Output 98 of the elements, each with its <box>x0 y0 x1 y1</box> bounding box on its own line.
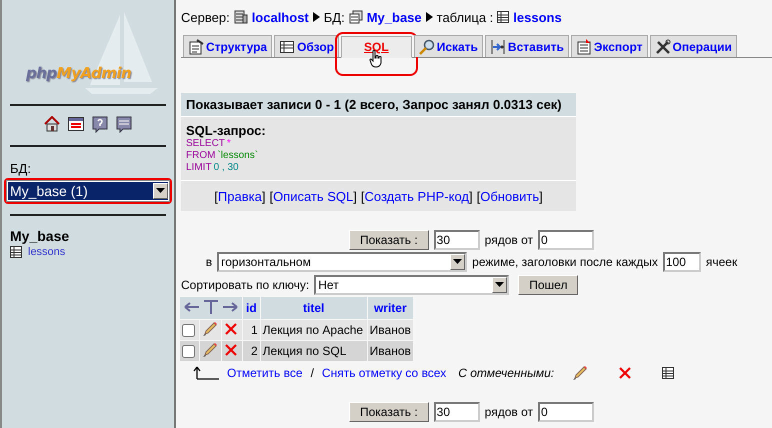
sort-label: Сортировать по ключу: <box>181 278 310 292</box>
bracket: ] <box>468 189 473 204</box>
database-label: БД: <box>10 161 32 176</box>
bracket: ] <box>539 189 543 204</box>
table-cell: Иванов <box>368 341 413 361</box>
bracket: ] <box>262 189 266 204</box>
help-icon[interactable] <box>92 116 108 133</box>
sql-window-icon[interactable] <box>68 116 84 132</box>
home-icon[interactable] <box>44 116 60 132</box>
expand-columns-icon[interactable] <box>183 298 239 314</box>
sql-token: FROM <box>186 150 216 162</box>
table-icon <box>497 11 510 23</box>
dropdown-arrow-icon <box>495 282 504 288</box>
pencil-icon[interactable] <box>202 342 218 358</box>
sql-token: LIMIT <box>186 162 212 174</box>
bracket: [ <box>214 189 218 204</box>
tab[interactable]: Структура <box>183 35 272 57</box>
sql-token: 0 , 30 <box>214 162 239 174</box>
table-cell: Лекция по SQL <box>260 341 367 361</box>
sql-token: * <box>226 138 231 150</box>
tools-icon <box>654 38 671 54</box>
tab[interactable]: Обзор <box>274 35 340 57</box>
delete-icon[interactable] <box>224 322 238 336</box>
insert-icon <box>490 38 506 54</box>
search-icon <box>418 38 435 54</box>
mode-label: режиме, заголовки после каждых <box>472 255 658 269</box>
dropdown-arrow-icon <box>156 188 165 194</box>
bracket: [ <box>360 189 365 204</box>
pencil-icon[interactable] <box>572 365 588 381</box>
triangle-icon <box>312 12 320 22</box>
tab[interactable]: Экспорт <box>570 35 648 57</box>
result-message: Показывает записи 0 - 1 (2 всего, Запрос занял 0.0313 сек) <box>181 93 576 116</box>
query-link[interactable]: Описать SQL <box>273 189 354 204</box>
mode-select[interactable]: горизонтальном <box>217 252 468 272</box>
sql-token: SELECT <box>186 138 225 150</box>
column-header[interactable]: id <box>243 297 260 319</box>
query-link[interactable]: Создать PHP-код <box>364 189 469 204</box>
table-cell: Иванов <box>368 320 413 340</box>
sql-bubble-icon[interactable] <box>116 116 132 133</box>
sql-query-title: SQL-запрос: <box>186 123 267 138</box>
show-button[interactable]: Показать : <box>348 230 429 250</box>
start-field[interactable]: 0 <box>538 402 594 422</box>
dropdown-arrow-icon <box>453 259 462 265</box>
database-select[interactable]: My_base (1) <box>7 181 169 201</box>
corner-arrow-icon <box>193 366 219 380</box>
table-cell: Лекция по Apache <box>260 320 367 340</box>
uncheck-all-link[interactable]: Снять отметку со всех <box>322 366 446 380</box>
rows-label: рядов от <box>484 405 533 419</box>
start-field[interactable]: 0 <box>538 230 594 250</box>
document-icon <box>188 38 204 54</box>
database-name[interactable]: My_base <box>10 228 166 244</box>
with-selected-label: С отмеченными: <box>458 366 554 380</box>
server-icon <box>234 10 248 24</box>
logo-text: MyAdmin <box>56 64 132 82</box>
repeat-field[interactable]: 100 <box>662 252 701 272</box>
document-icon <box>576 38 592 54</box>
bracket: ] <box>353 189 357 204</box>
mode-prefix: в <box>206 255 212 269</box>
bracket: [ <box>269 189 274 204</box>
sql-token: `lessons` <box>217 150 258 162</box>
pencil-icon[interactable] <box>202 320 218 336</box>
rows-label: рядов от <box>484 233 533 247</box>
show-button[interactable]: Показать : <box>348 402 429 422</box>
table-cell: 1 <box>243 320 260 340</box>
table-link[interactable]: lessons <box>28 246 66 258</box>
tab[interactable]: SQL <box>341 36 412 58</box>
table-icon <box>10 246 22 258</box>
row-checkbox[interactable] <box>182 345 195 358</box>
triangle-icon <box>426 12 433 22</box>
query-link[interactable]: Обновить <box>480 189 540 204</box>
tab[interactable]: Искать <box>414 35 483 57</box>
database-icon <box>348 10 363 24</box>
breadcrumb-label: БД: <box>324 10 345 24</box>
table-icon <box>279 38 296 54</box>
logo-text: php <box>26 64 57 82</box>
breadcrumb-link[interactable]: My_base <box>366 10 422 24</box>
table-cell: 2 <box>243 341 260 361</box>
query-link[interactable]: Правка <box>218 189 262 204</box>
bracket: [ <box>476 189 480 204</box>
breadcrumb-link[interactable]: lessons <box>513 10 562 24</box>
breadcrumb-link[interactable]: localhost <box>252 10 309 24</box>
check-all-link[interactable]: Отметить все <box>227 366 303 380</box>
separator: / <box>310 366 314 380</box>
column-header[interactable]: titel <box>260 297 367 319</box>
rows-field[interactable]: 30 <box>434 230 480 250</box>
sort-select[interactable]: Нет <box>314 275 510 295</box>
repeat-label: ячеек <box>706 255 738 269</box>
breadcrumb-label: таблица : <box>436 10 494 24</box>
go-button[interactable]: Пошел <box>518 275 578 295</box>
tab[interactable]: Вставить <box>484 35 569 57</box>
tab[interactable]: Операции <box>650 35 737 57</box>
export-icon[interactable] <box>662 367 674 379</box>
delete-icon[interactable] <box>224 342 238 356</box>
rows-field[interactable]: 30 <box>434 402 480 422</box>
column-header[interactable]: writer <box>368 297 413 319</box>
row-checkbox[interactable] <box>182 324 195 338</box>
breadcrumb-label: Сервер: <box>181 10 230 24</box>
delete-icon[interactable] <box>618 366 632 380</box>
